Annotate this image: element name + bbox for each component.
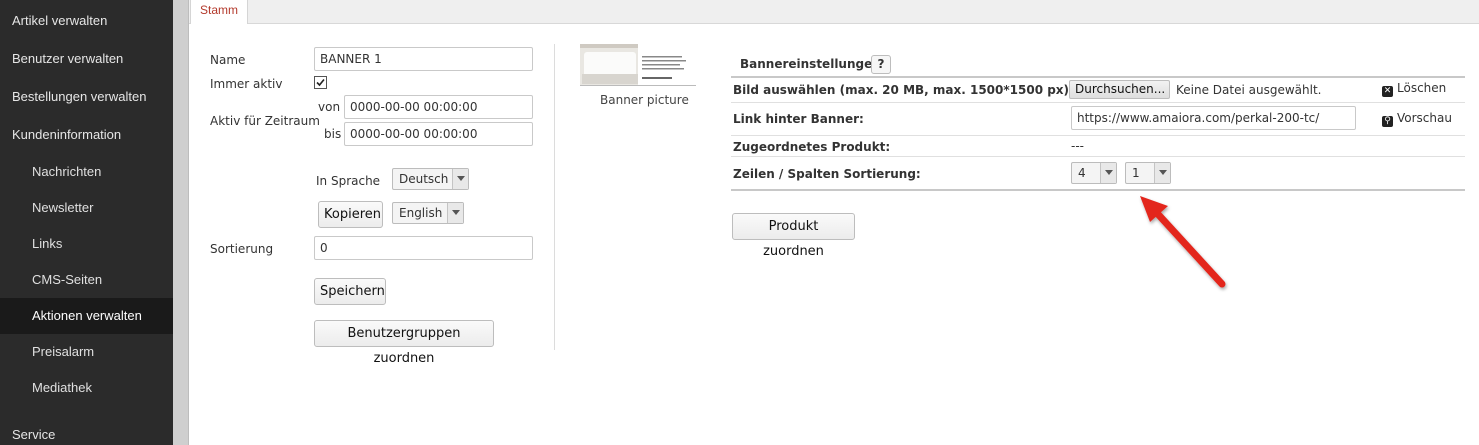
sidebar-item-benutzer[interactable]: Benutzer verwalten — [0, 41, 173, 77]
link-input[interactable]: https://www.amaiora.com/perkal-200-tc/ — [1071, 106, 1356, 130]
sidebar-item-service[interactable]: Service — [0, 417, 173, 445]
banner-thumbnail[interactable] — [580, 44, 696, 86]
column-divider — [554, 44, 555, 350]
sort-label: Zeilen / Spalten Sortierung: — [733, 167, 921, 181]
tab-bar — [189, 0, 1479, 24]
name-label: Name — [210, 53, 246, 67]
sprache-select[interactable]: Deutsch — [392, 168, 469, 190]
magnifier-icon: ⚲ — [1382, 116, 1393, 127]
chevron-down-icon — [447, 203, 463, 223]
zeilen-value: 4 — [1078, 166, 1086, 180]
sidebar-item-kundeninformation[interactable]: Kundeninformation — [0, 117, 173, 153]
close-icon: ✕ — [1382, 86, 1393, 97]
von-input[interactable]: 0000-00-00 00:00:00 — [344, 95, 533, 119]
bild-label: Bild auswählen (max. 20 MB, max. 1500*15… — [733, 83, 1074, 97]
kopieren-language-select[interactable]: English — [392, 202, 464, 224]
banner-caption: Banner picture — [600, 93, 689, 107]
produkt-value: --- — [1071, 139, 1084, 153]
check-icon — [316, 78, 325, 87]
tab-stamm[interactable]: Stamm — [190, 0, 248, 24]
benutzergruppen-button[interactable]: Benutzergruppen zuordnen — [314, 320, 494, 366]
settings-title: Bannereinstellungen — [740, 57, 881, 71]
sidebar-item-bestellungen[interactable]: Bestellungen verwalten — [0, 79, 173, 115]
sidebar-item-newsletter[interactable]: Newsletter — [0, 190, 173, 226]
immer-aktiv-checkbox[interactable] — [314, 76, 327, 89]
chevron-down-icon — [1154, 163, 1170, 183]
sidebar-item-cms-seiten[interactable]: CMS-Seiten — [0, 262, 173, 298]
chevron-down-icon — [452, 169, 468, 189]
produkt-label: Zugeordnetes Produkt: — [733, 140, 891, 154]
sprache-label: In Sprache — [316, 174, 381, 188]
name-input[interactable]: BANNER 1 — [314, 47, 533, 71]
help-button[interactable]: ? — [871, 55, 891, 74]
table-footer-line — [731, 189, 1465, 191]
row-line — [731, 156, 1465, 157]
spalten-select[interactable]: 1 — [1125, 162, 1171, 184]
help-icon: ? — [877, 57, 885, 71]
zeilen-select[interactable]: 4 — [1071, 162, 1117, 184]
chevron-down-icon — [1100, 163, 1116, 183]
speichern-button[interactable]: Speichern — [314, 278, 386, 305]
annotation-arrow — [1140, 196, 1226, 288]
produkt-zuordnen-button[interactable]: Produkt zuordnen — [732, 213, 855, 259]
link-label: Link hinter Banner: — [733, 112, 864, 126]
bis-input[interactable]: 0000-00-00 00:00:00 — [344, 122, 533, 146]
no-file-text: Keine Datei ausgewählt. — [1176, 83, 1322, 97]
zeitraum-label: Aktiv für Zeitraum — [210, 114, 320, 128]
spalten-value: 1 — [1132, 166, 1140, 180]
sidebar-item-aktionen[interactable]: Aktionen verwalten — [0, 298, 173, 334]
sidebar-item-preisalarm[interactable]: Preisalarm — [0, 334, 173, 370]
row-line — [731, 102, 1465, 103]
vorschau-link[interactable]: ⚲ Vorschau — [1382, 111, 1452, 127]
immer-aktiv-label: Immer aktiv — [210, 77, 283, 91]
sidebar-item-nachrichten[interactable]: Nachrichten — [0, 154, 173, 190]
sidebar-item-links[interactable]: Links — [0, 226, 173, 262]
sprache-select-value: Deutsch — [399, 172, 449, 186]
bis-label: bis — [324, 127, 342, 141]
banner-image — [580, 44, 696, 85]
table-header-line — [731, 76, 1465, 78]
sidebar-divider — [173, 0, 189, 445]
kopieren-language-value: English — [399, 206, 443, 220]
sidebar-item-artikel[interactable]: Artikel verwalten — [0, 3, 173, 39]
row-line — [731, 135, 1465, 136]
von-label: von — [318, 100, 341, 114]
sidebar-item-mediathek[interactable]: Mediathek — [0, 370, 173, 406]
kopieren-button[interactable]: Kopieren — [318, 201, 383, 228]
sidebar: Artikel verwalten Benutzer verwalten Bes… — [0, 0, 173, 445]
loeschen-link[interactable]: ✕ Löschen — [1382, 81, 1446, 97]
sortierung-label: Sortierung — [210, 242, 274, 256]
loeschen-label: Löschen — [1397, 81, 1447, 95]
browse-button[interactable]: Durchsuchen... — [1069, 80, 1170, 99]
vorschau-label: Vorschau — [1397, 111, 1452, 125]
sortierung-input[interactable]: 0 — [314, 236, 533, 260]
